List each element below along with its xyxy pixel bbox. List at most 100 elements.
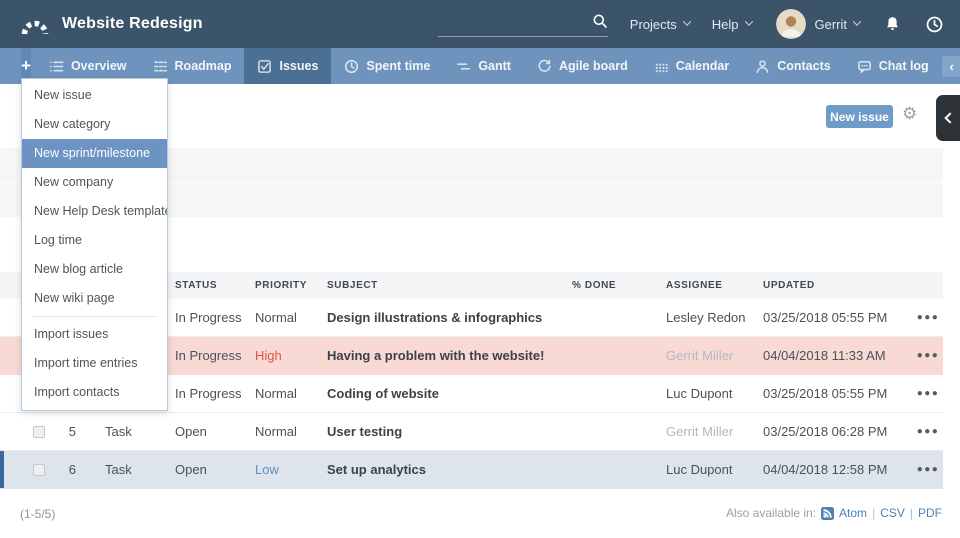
user-menu[interactable]: Gerrit (814, 16, 862, 32)
tab-label: Issues (279, 59, 319, 73)
recent-activity-clock-icon[interactable] (925, 15, 944, 34)
pagination-count: (1-5/5) (20, 507, 56, 521)
notifications-bell-icon[interactable] (884, 15, 901, 33)
export-link-atom[interactable]: Atom (839, 506, 867, 520)
tab-contacts[interactable]: Contacts (742, 48, 843, 84)
cell-id: 5 (68, 424, 76, 439)
help-menu-label: Help (711, 16, 739, 32)
tab-agile-board[interactable]: Agile board (524, 48, 641, 84)
col-header-done[interactable]: % DONE (572, 280, 666, 291)
export-link-csv[interactable]: CSV (880, 506, 905, 520)
table-row[interactable]: 5 Task Open Normal User testing Gerrit M… (0, 413, 943, 451)
col-header-updated[interactable]: UPDATED (763, 280, 913, 291)
cell-id: 6 (68, 462, 76, 477)
gear-icon[interactable]: ⚙ (902, 104, 917, 124)
agile-board-icon (537, 59, 552, 74)
cell-updated: 03/25/2018 06:28 PM (763, 424, 888, 439)
export-links: Also available in: Atom | CSV | PDF (726, 506, 942, 520)
chevron-left-icon (943, 112, 956, 124)
new-issue-button[interactable]: New issue (826, 105, 893, 128)
cell-subject[interactable]: Design illustrations & infographics (327, 310, 572, 325)
cell-priority: Normal (255, 386, 297, 401)
row-actions-button[interactable]: ●●● (913, 464, 943, 475)
cell-subject[interactable]: Having a problem with the website! (327, 348, 572, 363)
also-available-label: Also available in: (725, 506, 817, 520)
cell-updated: 04/04/2018 12:58 PM (763, 462, 888, 477)
chevron-down-icon (682, 16, 691, 26)
col-header-priority[interactable]: PRIORITY (255, 280, 327, 291)
cell-subject[interactable]: Set up analytics (327, 462, 572, 477)
spent-time-icon (344, 59, 359, 74)
chevron-down-icon (744, 16, 753, 26)
tab-label: Roadmap (174, 59, 232, 73)
topbar-right: Projects Help Gerrit (437, 9, 944, 39)
menu-item-new-help-desk-template[interactable]: New Help Desk template (22, 197, 167, 226)
search-icon[interactable] (592, 13, 608, 34)
col-header-subject[interactable]: SUBJECT (327, 280, 572, 291)
menu-item-new-issue[interactable]: New issue (22, 81, 167, 110)
table-row[interactable]: 6 Task Open Low Set up analytics Luc Dup… (0, 451, 943, 489)
menu-item-new-wiki-page[interactable]: New wiki page (22, 284, 167, 313)
export-link-pdf[interactable]: PDF (918, 506, 942, 520)
menu-item-new-blog-article[interactable]: New blog article (22, 255, 167, 284)
roadmap-icon (153, 59, 168, 74)
row-checkbox[interactable] (33, 425, 45, 438)
tab-spent-time[interactable]: Spent time (331, 48, 443, 84)
tab-issues[interactable]: Issues (244, 48, 332, 84)
menu-item-new-company[interactable]: New company (22, 168, 167, 197)
cell-updated: 04/04/2018 11:33 AM (763, 348, 886, 363)
rss-icon (821, 506, 835, 520)
tab-gantt[interactable]: Gantt (443, 48, 524, 84)
cell-assignee: Gerrit Miller (666, 424, 734, 439)
menu-item-log-time[interactable]: Log time (22, 226, 167, 255)
planio-logo-icon[interactable] (21, 13, 49, 36)
cell-status: Open (175, 424, 207, 439)
cell-status: Open (175, 462, 207, 477)
cell-assignee: Luc Dupont (666, 386, 733, 401)
menu-item-import-contacts[interactable]: Import contacts (22, 378, 167, 407)
col-header-assignee[interactable]: ASSIGNEE (666, 280, 763, 291)
search-field[interactable] (437, 11, 608, 37)
avatar[interactable] (775, 9, 806, 39)
menu-divider (32, 316, 157, 317)
help-menu[interactable]: Help (711, 16, 753, 32)
row-actions-button[interactable]: ●●● (913, 312, 943, 323)
user-name: Gerrit (814, 16, 848, 32)
calendar-icon (654, 59, 669, 74)
tab-label: Agile board (558, 59, 628, 73)
row-actions-button[interactable]: ●●● (913, 426, 943, 437)
search-input[interactable] (437, 19, 588, 34)
tab-calendar[interactable]: Calendar (641, 48, 743, 84)
menu-item-new-category[interactable]: New category (22, 110, 167, 139)
cell-status: In Progress (175, 348, 242, 363)
menu-item-import-issues[interactable]: Import issues (22, 320, 167, 349)
row-actions-button[interactable]: ●●● (913, 388, 943, 399)
sidebar-collapse-tab[interactable] (936, 95, 960, 141)
projects-menu-label: Projects (629, 16, 677, 32)
cell-status: In Progress (175, 310, 242, 325)
cell-subject[interactable]: Coding of website (327, 386, 572, 401)
gantt-icon (456, 59, 471, 74)
col-header-status[interactable]: STATUS (175, 280, 255, 291)
cell-updated: 03/25/2018 05:55 PM (763, 386, 888, 401)
nav-prev-button[interactable]: ‹ (941, 55, 960, 77)
topbar: Website Redesign Projects Help Gerrit (0, 0, 960, 48)
issues-icon (257, 59, 272, 74)
cell-subject[interactable]: User testing (327, 424, 572, 439)
projects-menu[interactable]: Projects (629, 16, 691, 32)
cell-assignee: Gerrit Miller (666, 348, 734, 363)
tab-chat-log[interactable]: Chat log (844, 48, 942, 84)
tab-label: Calendar (675, 59, 730, 73)
tab-label: Contacts (777, 59, 831, 73)
export-links-list: Atom | CSV | PDF (839, 506, 942, 520)
tab-label: Gantt (478, 59, 511, 73)
cell-priority: Low (255, 462, 279, 477)
overview-icon (49, 59, 64, 74)
row-checkbox[interactable] (33, 463, 45, 476)
menu-item-import-time-entries[interactable]: Import time entries (22, 349, 167, 378)
project-title: Website Redesign (62, 15, 203, 32)
link-separator: | (909, 506, 913, 520)
menu-item-new-sprint-milestone[interactable]: New sprint/milestone (22, 139, 167, 168)
tab-label: Overview (70, 59, 127, 73)
row-actions-button[interactable]: ●●● (913, 350, 943, 361)
